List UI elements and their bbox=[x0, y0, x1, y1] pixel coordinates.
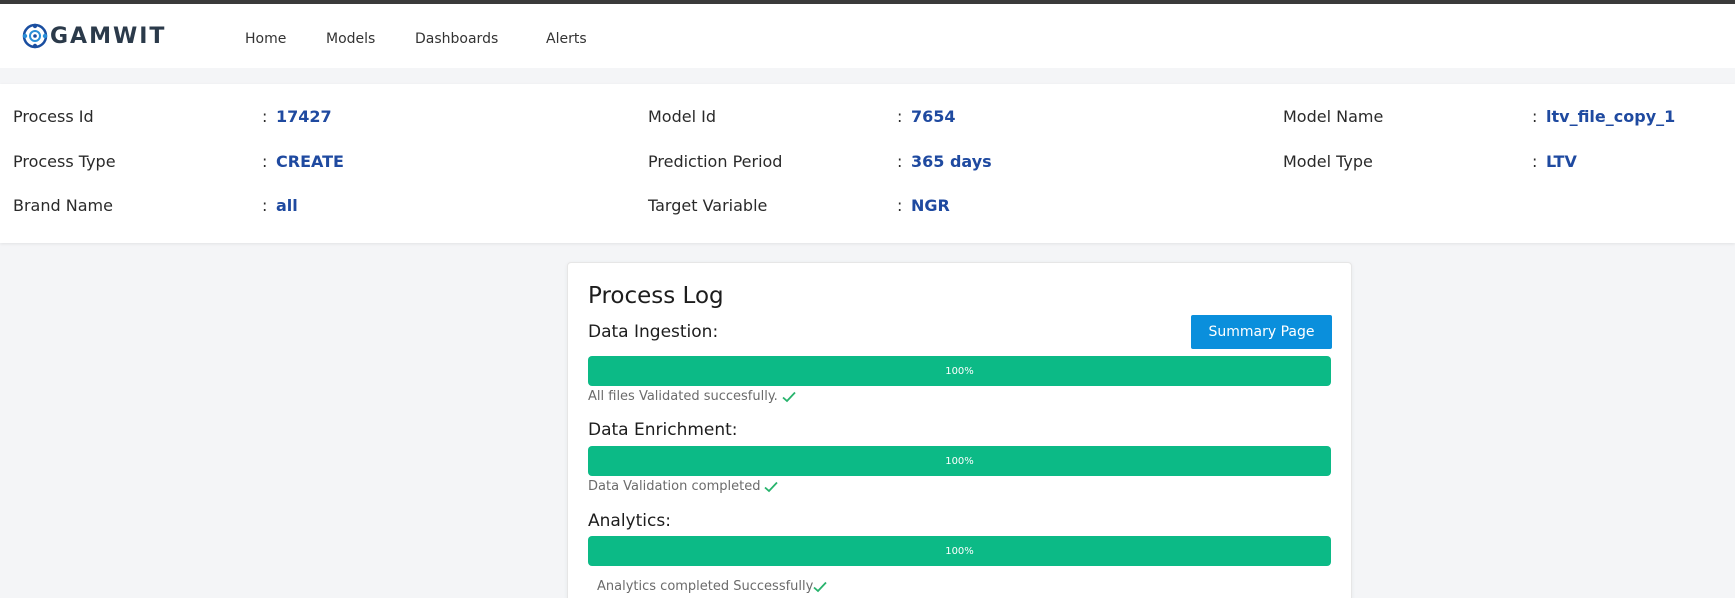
progress-bar-analytics: 100% bbox=[588, 536, 1331, 566]
progress-label: 100% bbox=[945, 545, 974, 557]
process-id-colon: : bbox=[262, 107, 268, 126]
process-log-title: Process Log bbox=[588, 283, 724, 309]
model-type-label: Model Type bbox=[1283, 152, 1373, 171]
model-id-value: 7654 bbox=[911, 107, 956, 126]
progress-bar-data-enrichment: 100% bbox=[588, 446, 1331, 476]
gamwit-logo-icon bbox=[22, 23, 48, 49]
model-name-colon: : bbox=[1532, 107, 1538, 126]
process-type-colon: : bbox=[262, 152, 268, 171]
progress-bar-data-ingestion: 100% bbox=[588, 356, 1331, 386]
process-details-panel: Process Id : 17427 Process Type : CREATE… bbox=[0, 84, 1735, 243]
model-name-value: ltv_file_copy_1 bbox=[1546, 107, 1676, 126]
check-icon bbox=[764, 481, 779, 492]
status-text: Analytics completed Successfully bbox=[597, 579, 814, 594]
brand-logo[interactable]: GAMWIT bbox=[22, 23, 166, 49]
section-title-data-ingestion: Data Ingestion: bbox=[588, 322, 719, 342]
status-text: All files Validated succesfully. bbox=[588, 389, 778, 404]
model-name-label: Model Name bbox=[1283, 107, 1384, 126]
brand-name-label: Brand Name bbox=[13, 196, 113, 215]
status-analytics: Analytics completed Successfully bbox=[597, 579, 827, 594]
brand-name-colon: : bbox=[262, 196, 268, 215]
target-variable-label: Target Variable bbox=[648, 196, 768, 215]
status-text: Data Validation completed bbox=[588, 479, 761, 494]
model-id-label: Model Id bbox=[648, 107, 716, 126]
nav-alerts[interactable]: Alerts bbox=[546, 31, 587, 47]
process-id-value: 17427 bbox=[276, 107, 332, 126]
nav-models[interactable]: Models bbox=[326, 31, 375, 47]
prediction-period-colon: : bbox=[897, 152, 903, 171]
prediction-period-label: Prediction Period bbox=[648, 152, 783, 171]
process-id-label: Process Id bbox=[13, 107, 94, 126]
progress-label: 100% bbox=[945, 455, 974, 467]
model-type-colon: : bbox=[1532, 152, 1538, 171]
brand-name-value: all bbox=[276, 196, 298, 215]
target-variable-value: NGR bbox=[911, 196, 950, 215]
progress-fill: 100% bbox=[588, 536, 1331, 566]
progress-label: 100% bbox=[945, 365, 974, 377]
nav-home[interactable]: Home bbox=[245, 31, 286, 47]
process-type-value: CREATE bbox=[276, 152, 344, 171]
status-data-ingestion: All files Validated succesfully. bbox=[588, 389, 796, 404]
check-icon bbox=[782, 391, 796, 402]
progress-fill: 100% bbox=[588, 356, 1331, 386]
section-title-data-enrichment: Data Enrichment: bbox=[588, 420, 738, 440]
summary-page-button[interactable]: Summary Page bbox=[1191, 315, 1332, 349]
brand-name: GAMWIT bbox=[50, 23, 167, 49]
status-data-enrichment: Data Validation completed bbox=[588, 479, 779, 494]
model-type-value: LTV bbox=[1546, 152, 1577, 171]
prediction-period-value: 365 days bbox=[911, 152, 992, 171]
nav-dashboards[interactable]: Dashboards bbox=[415, 31, 498, 47]
process-type-label: Process Type bbox=[13, 152, 116, 171]
check-icon bbox=[813, 581, 827, 592]
model-id-colon: : bbox=[897, 107, 903, 126]
target-variable-colon: : bbox=[897, 196, 903, 215]
section-title-analytics: Analytics: bbox=[588, 511, 671, 531]
process-log-card: Process Log Summary Page Data Ingestion:… bbox=[567, 262, 1352, 598]
top-navbar: GAMWIT Home Models Dashboards Alerts bbox=[0, 4, 1735, 68]
progress-fill: 100% bbox=[588, 446, 1331, 476]
